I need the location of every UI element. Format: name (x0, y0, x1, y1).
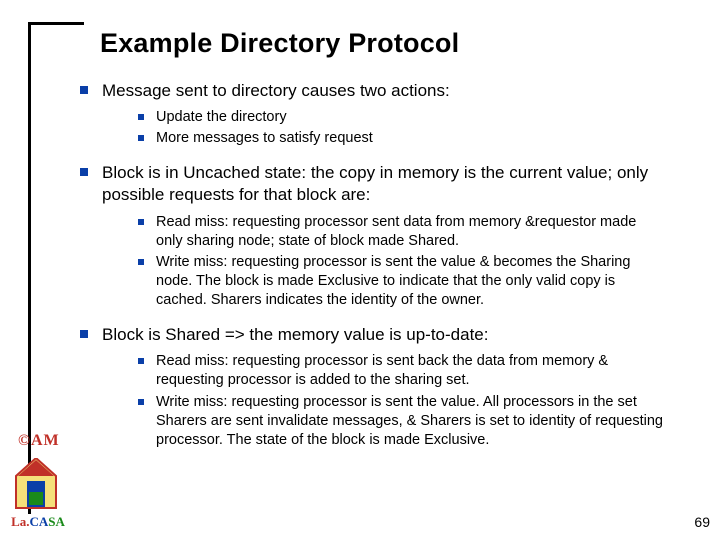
bullet-text: More messages to satisfy request (156, 129, 666, 148)
square-bullet-icon (80, 168, 88, 176)
square-bullet-icon (138, 399, 144, 405)
square-bullet-icon (80, 86, 88, 94)
slide-body: Message sent to directory causes two act… (80, 80, 700, 464)
bullet-level2: More messages to satisfy request (138, 129, 700, 148)
square-bullet-icon (138, 358, 144, 364)
corner-rule-top (28, 22, 84, 25)
page-number: 69 (694, 514, 710, 530)
bullet-level1: Block is in Uncached state: the copy in … (80, 162, 700, 206)
bullet-level2: Write miss: requesting processor is sent… (138, 253, 700, 310)
bullet-text: Read miss: requesting processor is sent … (156, 352, 666, 390)
bullet-level2: Read miss: requesting processor is sent … (138, 352, 700, 390)
bullet-level2: Write miss: requesting processor is sent… (138, 393, 700, 450)
bullet-text: Update the directory (156, 108, 666, 127)
lacasa-la: La. (11, 514, 29, 529)
square-bullet-icon (138, 135, 144, 141)
bullet-level1: Message sent to directory causes two act… (80, 80, 700, 102)
square-bullet-icon (138, 219, 144, 225)
bullet-text: Message sent to directory causes two act… (102, 80, 672, 102)
copyright-am: ©AM (18, 432, 58, 450)
square-bullet-icon (138, 259, 144, 265)
bullet-text: Read miss: requesting processor sent dat… (156, 213, 666, 251)
bullet-text: Block is in Uncached state: the copy in … (102, 162, 672, 206)
square-bullet-icon (80, 330, 88, 338)
bullet-text: Write miss: requesting processor is sent… (156, 253, 666, 310)
bullet-level2-group: Read miss: requesting processor is sent … (138, 352, 700, 450)
bullet-level2: Update the directory (138, 108, 700, 127)
lacasa-ca: CA (30, 514, 49, 529)
bullet-level2: Read miss: requesting processor sent dat… (138, 213, 700, 251)
square-bullet-icon (138, 114, 144, 120)
bullet-text: Block is Shared => the memory value is u… (102, 324, 672, 346)
bullet-level2-group: Read miss: requesting processor sent dat… (138, 213, 700, 311)
lacasa-logo-icon (14, 458, 58, 510)
lacasa-sa: SA (48, 514, 65, 529)
bullet-level1: Block is Shared => the memory value is u… (80, 324, 700, 346)
lacasa-label: La.CASA (8, 514, 68, 530)
slide-title: Example Directory Protocol (100, 28, 459, 59)
bullet-text: Write miss: requesting processor is sent… (156, 393, 666, 450)
bullet-level2-group: Update the directory More messages to sa… (138, 108, 700, 148)
